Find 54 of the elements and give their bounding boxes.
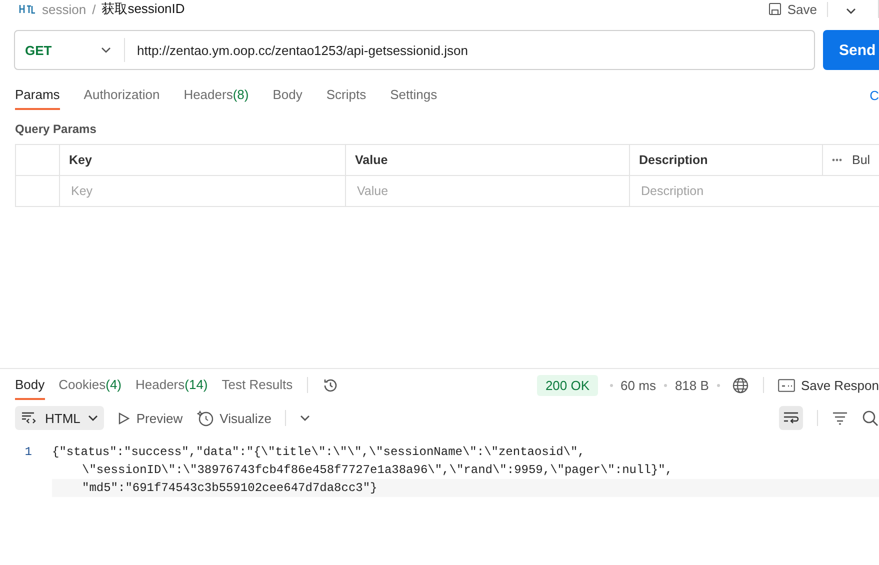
play-icon — [118, 412, 130, 424]
param-input[interactable]: Description — [639, 183, 879, 199]
filter-icon[interactable] — [832, 411, 848, 425]
format-select[interactable]: HTML — [15, 406, 104, 430]
save-example-icon — [778, 378, 795, 392]
chevron-down-icon — [88, 415, 98, 421]
bulk-edit-link[interactable]: Bul — [852, 153, 870, 167]
code-lines-icon — [21, 411, 37, 425]
section-title: Query Params — [14, 121, 98, 138]
save-icon — [768, 2, 782, 16]
response-tab[interactable]: Cookies(4) — [58, 370, 122, 400]
chevron-down-icon — [101, 47, 111, 53]
search-icon[interactable] — [862, 410, 879, 426]
request-tab[interactable]: Body — [272, 80, 302, 110]
method-select[interactable]: GET — [15, 38, 125, 62]
response-size: 818 B — [674, 378, 709, 392]
param-input[interactable]: Value — [355, 183, 629, 199]
request-tab[interactable]: Settings — [390, 80, 438, 110]
chevron-down-icon — [846, 8, 856, 14]
sparkle-clock-icon — [196, 410, 214, 426]
response-tab[interactable]: Body — [15, 370, 45, 400]
cookies-link[interactable]: C — [870, 80, 879, 110]
request-tab[interactable]: Params — [15, 80, 60, 110]
response-tab[interactable]: Test Results — [222, 370, 293, 400]
url-field[interactable]: GET http://zentao.ym.oop.cc/zentao1253/api-getsessionid.json — [14, 30, 815, 70]
globe-icon[interactable] — [732, 376, 749, 394]
breadcrumb-link[interactable]: session — [42, 2, 86, 16]
request-tab[interactable]: Scripts — [326, 80, 366, 110]
visualize-button[interactable]: Visualize — [196, 410, 272, 426]
code-text: \"sessionID\":\"38976743fcb4f86e458f7727e1a38a96\",\"rand\":9959,\"pager\":null}", — [81, 462, 674, 479]
response-time: 60 ms — [620, 378, 656, 392]
wrap-lines-button[interactable] — [779, 406, 803, 430]
save-response-button[interactable]: Save Respon — [778, 370, 879, 400]
dots-icon — [832, 158, 842, 162]
request-title: 获取sessionID — [102, 0, 185, 18]
request-tab[interactable]: Authorization — [84, 80, 160, 110]
preview-button[interactable]: Preview — [118, 410, 183, 426]
column-header: Description — [630, 145, 823, 176]
column-header: Key — [60, 145, 346, 176]
save-button[interactable]: Save — [758, 2, 828, 16]
send-button[interactable]: Send — [823, 30, 879, 70]
code-text: {"status":"success","data":"{\"title\":\"\",\"sessionName\":\"zentaosid\", — [52, 444, 586, 461]
line-number: 1 — [24, 444, 33, 461]
history-icon[interactable] — [322, 376, 339, 394]
code-text: "md5":"691f74543c3b559102cee647d7da8cc3"} — [52, 479, 879, 497]
chevron-down-icon[interactable] — [300, 415, 310, 421]
request-tab[interactable]: Headers(8) — [184, 80, 249, 110]
param-input[interactable]: Key — [69, 183, 345, 199]
breadcrumb-separator: / — [92, 2, 96, 16]
wrap-icon — [783, 411, 799, 425]
status-badge: 200 OK — [537, 374, 598, 396]
response-tab[interactable]: Headers(14) — [136, 370, 208, 400]
column-header: Value — [346, 145, 630, 176]
http-icon — [18, 3, 36, 15]
